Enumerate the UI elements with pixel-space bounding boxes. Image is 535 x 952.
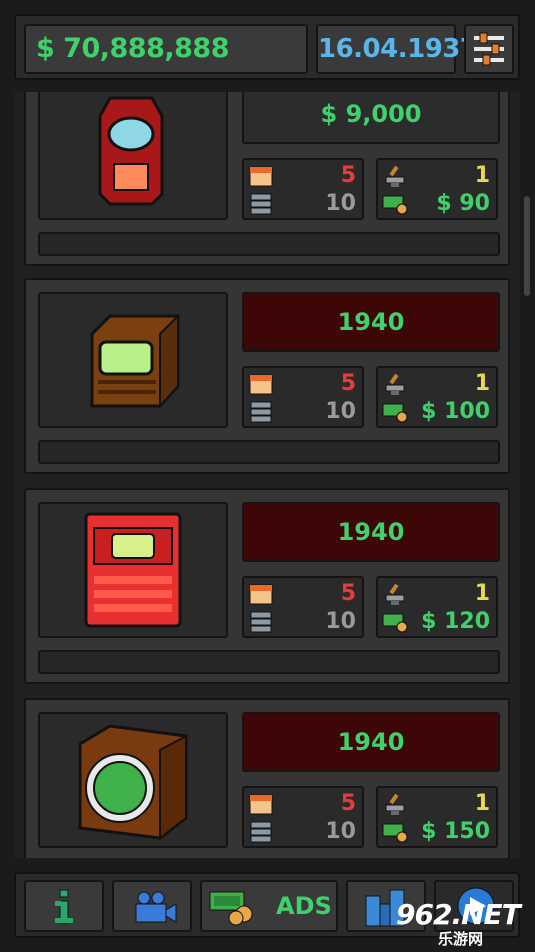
watermark: 962.NET 乐游网 [396,896,531,948]
production-stats: 5 10 [242,576,364,638]
income-value: $ 100 [421,399,490,424]
anvil-icon [385,583,405,605]
money-display: $ 70,888,888 [24,24,308,74]
anvil-icon [385,373,405,395]
unlock-year[interactable]: 1940 [242,502,500,562]
production-stats: 5 10 [242,786,364,848]
progress-bar [38,650,500,674]
video-ad-button[interactable] [112,880,192,932]
date-display: 16.04.1937 [316,24,478,74]
progress-bar [38,440,500,464]
calendar-icon [249,794,273,815]
cash-icon [382,823,408,843]
workers-value: 1 [474,371,490,396]
cash-icon [209,891,253,926]
production-stats: 5 10 [242,158,364,220]
product-image [38,92,228,220]
days-value: 5 [340,581,356,606]
stack-icon [250,611,272,633]
stock-value: 10 [325,609,356,634]
product-list[interactable]: $ 9,000 5 10 1 $ 90 1940 5 10 1 $ 100 19… [14,92,520,858]
price-button[interactable]: $ 9,000 [242,92,500,144]
product-card: $ 9,000 5 10 1 $ 90 [24,92,510,266]
cash-icon [382,403,408,423]
red-retro-tv-icon [98,96,164,206]
ads-label: ADS [276,892,332,920]
income-stats: 1 $ 100 [376,366,498,428]
income-stats: 1 $ 120 [376,576,498,638]
income-stats: 1 $ 150 [376,786,498,848]
video-camera-icon [135,891,177,923]
calendar-icon [249,374,273,395]
stock-value: 10 [325,191,356,216]
wooden-round-tv-icon [78,724,188,841]
anvil-icon [385,165,405,187]
stock-value: 10 [325,819,356,844]
top-bar: $ 70,888,888 16.04.1937 [14,14,520,80]
info-button[interactable] [24,880,104,932]
workers-value: 1 [474,581,490,606]
days-value: 5 [340,163,356,188]
calendar-icon [249,166,273,187]
product-card: 1940 5 10 1 $ 100 [24,278,510,474]
unlock-year[interactable]: 1940 [242,292,500,352]
workers-value: 1 [474,163,490,188]
product-image [38,292,228,428]
income-value: $ 150 [421,819,490,844]
red-cabinet-tv-icon [84,512,182,628]
watermark-logo: 962.NET [396,898,521,931]
stack-icon [250,401,272,423]
days-value: 5 [340,791,356,816]
workers-value: 1 [474,791,490,816]
ads-cash-button[interactable]: ADS [200,880,338,932]
scrollbar-thumb[interactable] [524,196,530,296]
watermark-sub: 乐游网 [438,930,484,948]
stack-icon [250,821,272,843]
stack-icon [250,193,272,215]
info-icon [55,889,73,924]
progress-bar [38,232,500,256]
anvil-icon [385,793,405,815]
product-image [38,712,228,848]
income-stats: 1 $ 90 [376,158,498,220]
stock-value: 10 [325,399,356,424]
cash-icon [382,613,408,633]
income-value: $ 120 [421,609,490,634]
days-value: 5 [340,371,356,396]
income-value: $ 90 [436,191,490,216]
brown-box-tv-icon [90,313,180,409]
product-card: 1940 5 10 1 $ 150 [24,698,510,858]
calendar-icon [249,584,273,605]
product-image [38,502,228,638]
sliders-icon [474,32,504,66]
settings-button[interactable] [464,24,514,74]
production-stats: 5 10 [242,366,364,428]
unlock-year[interactable]: 1940 [242,712,500,772]
product-card: 1940 5 10 1 $ 120 [24,488,510,684]
cash-icon [382,195,408,215]
